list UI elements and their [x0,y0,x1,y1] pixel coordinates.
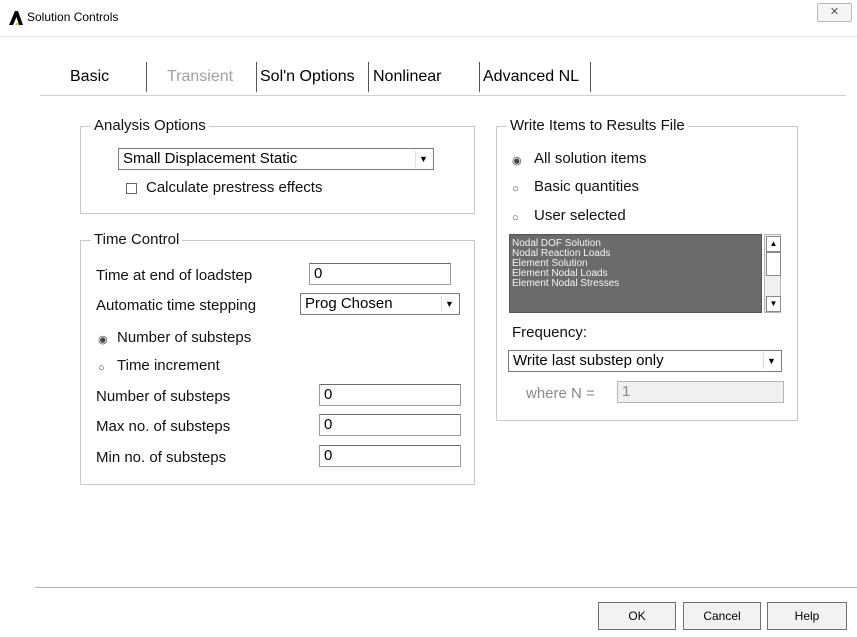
radio-substeps-label: Number of substeps [117,329,252,346]
tab-separator [368,62,369,92]
dropdown-arrow-icon: ▼ [415,151,431,167]
tab-basic[interactable]: Basic [70,68,109,86]
radio-user-selected[interactable]: ○ [512,212,524,224]
max-substeps-value: 0 [324,416,333,433]
write-items-title: Write Items to Results File [507,117,688,134]
listbox-scrollbar[interactable]: ▲ ▼ [764,234,781,313]
radio-basic-label: Basic quantities [534,178,640,195]
help-label: Help [794,609,820,623]
dropdown-arrow-icon: ▼ [441,296,457,312]
scroll-up-icon[interactable]: ▲ [766,236,781,252]
ansys-logo-icon [9,11,23,25]
radio-all-solution-items[interactable]: ◉ [512,155,524,167]
auto-step-value: Prog Chosen [305,295,393,312]
time-end-value: 0 [314,265,323,282]
close-icon: ✕ [829,6,840,18]
tab-separator [256,62,257,92]
dropdown-arrow-icon: ▼ [763,353,779,369]
min-substeps-input[interactable]: 0 [319,445,461,467]
prestress-checkbox[interactable] [126,183,137,194]
num-substeps-input[interactable]: 0 [319,384,461,406]
where-n-label: where N = [526,385,595,402]
analysis-options-title: Analysis Options [91,117,209,134]
solution-controls-dialog: Solution Controls ✕ Basic Transient Sol'… [0,0,857,637]
tab-separator [479,62,480,92]
radio-time-increment-label: Time increment [117,357,220,374]
tab-separator [146,62,147,92]
scroll-down-icon[interactable]: ▼ [766,296,781,312]
tab-baseline [40,95,846,96]
title-bar: Solution Controls ✕ [0,0,857,37]
where-n-input[interactable]: 1 [617,381,784,403]
time-end-label: Time at end of loadstep [96,267,253,284]
frequency-label: Frequency: [512,324,588,341]
frequency-select[interactable]: Write last substep only ▼ [508,350,782,372]
cancel-button[interactable]: Cancel [683,602,761,630]
tab-transient[interactable]: Transient [167,68,233,86]
results-items-listbox[interactable]: Nodal DOF Solution Nodal Reaction Loads … [509,234,762,313]
tab-nonlinear[interactable]: Nonlinear [373,68,441,86]
time-control-title: Time Control [91,231,183,248]
radio-time-increment[interactable]: ○ [98,362,110,374]
close-button[interactable]: ✕ [817,3,852,22]
frequency-value: Write last substep only [513,352,664,369]
min-substeps-label: Min no. of substeps [96,449,227,466]
num-substeps-label: Number of substeps [96,388,231,405]
scroll-thumb[interactable] [766,252,781,276]
min-substeps-value: 0 [324,447,333,464]
radio-user-label: User selected [534,207,626,224]
auto-step-label: Automatic time stepping [96,297,257,314]
tab-separator [590,62,591,92]
radio-basic-quantities[interactable]: ○ [512,183,524,195]
radio-substeps[interactable]: ◉ [98,334,110,346]
max-substeps-input[interactable]: 0 [319,414,461,436]
where-n-value: 1 [622,383,631,400]
ok-button[interactable]: OK [598,602,676,630]
time-end-input[interactable]: 0 [309,263,451,285]
auto-step-select[interactable]: Prog Chosen ▼ [300,293,460,315]
window-title: Solution Controls [27,10,119,24]
list-item[interactable]: Element Nodal Stresses [510,279,761,289]
analysis-options-group [80,126,475,214]
radio-all-label: All solution items [534,150,647,167]
analysis-type-value: Small Displacement Static [123,150,298,167]
analysis-type-select[interactable]: Small Displacement Static ▼ [118,148,434,170]
tab-advanced-nl[interactable]: Advanced NL [483,68,579,86]
tab-soln-options[interactable]: Sol'n Options [260,68,355,86]
cancel-label: Cancel [703,609,741,623]
prestress-label: Calculate prestress effects [146,179,323,196]
num-substeps-value: 0 [324,386,333,403]
ok-label: OK [628,609,646,623]
bottom-divider [35,587,857,588]
help-button[interactable]: Help [767,602,847,630]
max-substeps-label: Max no. of substeps [96,418,231,435]
